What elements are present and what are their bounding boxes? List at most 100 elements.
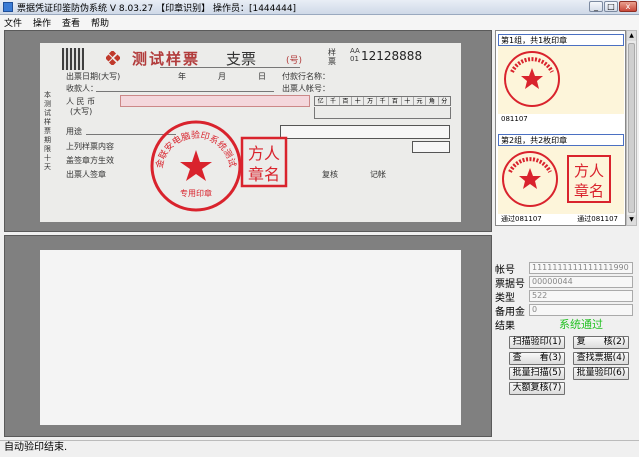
purpose-label: 用途 <box>66 127 82 136</box>
batch-verify-button[interactable]: 批量验印(6) <box>573 367 629 380</box>
find-ticket-button[interactable]: 查找票据(4) <box>573 352 629 365</box>
status-bar: 自动验印结束. <box>0 440 639 457</box>
cheque-back-image <box>40 250 461 425</box>
unit-cell: 百 <box>340 97 353 105</box>
amount-digits-row <box>314 107 451 119</box>
menu-bar: 文件 操作 查看 帮助 <box>0 15 639 30</box>
drawer-sign-label: 出票人签章 <box>66 170 106 179</box>
preview-group-header: 第2组，共2枚印章 <box>498 134 624 146</box>
cheque-title: 测试样票 <box>132 50 201 68</box>
preview-scrollbar[interactable]: ▲ ▼ <box>626 30 637 226</box>
date-label: 出票日期(大写) <box>66 72 121 81</box>
scroll-thumb[interactable] <box>628 43 635 213</box>
divider <box>160 67 300 68</box>
round-stamp-bottom-text: 专用印章 <box>180 188 212 198</box>
round-seal-thumbnail <box>504 51 560 107</box>
unit-cell: 千 <box>327 97 340 105</box>
cheque-image: 测试样票 支票 (号) 样票 AA 01 12128888 出票日期(大写) 年… <box>40 43 461 222</box>
app-icon <box>3 2 13 12</box>
currency-sub-label: (大写) <box>70 107 93 116</box>
seal-effective-label: 盖签章方生效 <box>66 156 114 165</box>
small-info-box <box>412 141 450 153</box>
unit-cell: 千 <box>377 97 390 105</box>
side-vertical-text: 本测试样票期限十天 <box>44 91 51 171</box>
seal-preview-list[interactable]: 第1组，共1枚印章 081107 第2组，共2枚印章 方人 章名 通过08110… <box>495 30 626 226</box>
ticket-no-row: 票据号 00000044 <box>495 276 633 290</box>
account-label: 帐号 <box>495 264 515 276</box>
close-button[interactable]: x <box>619 1 637 12</box>
menu-help[interactable]: 帮助 <box>91 16 109 29</box>
preview-caption: 081107 <box>501 115 528 123</box>
view-button[interactable]: 查 看(3) <box>509 352 565 365</box>
account-row: 帐号 1111111111111111990 <box>495 262 633 276</box>
result-label: 结果 <box>495 320 515 332</box>
cheque-front-pane: 测试样票 支票 (号) 样票 AA 01 12128888 出票日期(大写) 年… <box>4 30 492 232</box>
square-stamp-line-1: 方人 <box>248 144 280 163</box>
type-label: 类型 <box>495 292 515 304</box>
square-seal-thumb-line-1: 方人 <box>574 162 604 180</box>
reserve-label: 备用金 <box>495 306 525 318</box>
preview-caption: 通过081107 <box>501 215 542 223</box>
review-label: 复核 <box>322 170 338 179</box>
window-title: 票据凭证印鉴防伪系统 V 8.03.27 【印章识别】 操作员：[1444444… <box>17 3 297 14</box>
cheque-number-label: (号) <box>286 56 303 66</box>
record-label: 记帐 <box>370 170 386 179</box>
round-seal-stamp: 金联安电脑验印系统测试 专用印章 <box>150 120 242 212</box>
payee-line <box>96 91 274 92</box>
type-value: 522 <box>529 290 633 302</box>
type-row: 类型 522 <box>495 290 633 304</box>
unit-cell: 十 <box>402 97 414 105</box>
preview-caption: 通过081107 <box>577 215 618 223</box>
batch-scan-button[interactable]: 批量扫描(5) <box>509 367 565 380</box>
unit-cell: 百 <box>389 97 402 105</box>
square-stamp-line-2: 章名 <box>248 165 280 184</box>
account-value: 1111111111111111990 <box>529 262 633 274</box>
above-content-label: 上列样票内容 <box>66 142 114 151</box>
serial-number: 12128888 <box>361 49 423 63</box>
title-bar: 票据凭证印鉴防伪系统 V 8.03.27 【印章识别】 操作员：[1444444… <box>0 0 639 15</box>
unit-cell: 亿 <box>315 97 328 105</box>
pay-bank-label: 付款行名称： <box>282 72 330 81</box>
preview-seal-image: 方人 章名 <box>498 146 624 214</box>
menu-operate[interactable]: 操作 <box>33 16 51 29</box>
year-label: 年 <box>178 72 186 81</box>
menu-file[interactable]: 文件 <box>4 16 22 29</box>
amount-digits-header: 亿 千 百 十 万 千 百 十 元 角 分 <box>314 96 451 106</box>
unit-cell: 分 <box>441 98 448 105</box>
reserve-row: 备用金 0 <box>495 304 633 318</box>
unit-cell: 元 <box>414 97 427 105</box>
preview-group-header: 第1组，共1枚印章 <box>498 34 624 46</box>
amount-words-field <box>120 95 310 107</box>
drawer-account-label: 出票人帐号： <box>282 84 330 93</box>
ticket-no-value: 00000044 <box>529 276 633 288</box>
square-name-stamp: 方人 章名 <box>240 136 288 188</box>
reserve-value: 0 <box>529 304 633 316</box>
serial-prefix: AA 01 <box>350 47 360 63</box>
payee-label: 收款人： <box>66 84 98 93</box>
qr-code <box>62 48 84 70</box>
minimize-button[interactable]: _ <box>589 1 603 12</box>
result-row: 结果 系统通过 <box>495 318 633 332</box>
round-seal-thumbnail <box>502 151 558 207</box>
unit-cell: 十 <box>352 97 365 105</box>
month-label: 月 <box>218 72 226 81</box>
large-recheck-button[interactable]: 大额复核(7) <box>509 382 565 395</box>
bank-logo-icon <box>106 51 120 65</box>
ticket-no-label: 票据号 <box>495 278 525 290</box>
preview-seal-image <box>498 46 624 114</box>
unit-cell: 角 <box>426 97 439 105</box>
square-seal-thumb-line-2: 章名 <box>574 182 604 200</box>
preview-group-2[interactable]: 第2组，共2枚印章 方人 章名 通过081107 通过081107 <box>498 134 624 224</box>
preview-group-1[interactable]: 第1组，共1枚印章 081107 <box>498 34 624 124</box>
scroll-up-arrow-icon[interactable]: ▲ <box>627 31 636 41</box>
cheque-back-pane <box>4 235 492 437</box>
sample-label: 样票 <box>328 48 336 66</box>
maximize-button[interactable]: □ <box>604 1 618 12</box>
menu-view[interactable]: 查看 <box>62 16 80 29</box>
result-value: 系统通过 <box>559 318 603 331</box>
recheck-button[interactable]: 复 核(2) <box>573 336 629 349</box>
scan-verify-button[interactable]: 扫描验印(1) <box>509 336 565 349</box>
scroll-down-arrow-icon[interactable]: ▼ <box>627 215 636 225</box>
unit-cell: 万 <box>364 97 377 105</box>
info-box <box>280 125 450 139</box>
